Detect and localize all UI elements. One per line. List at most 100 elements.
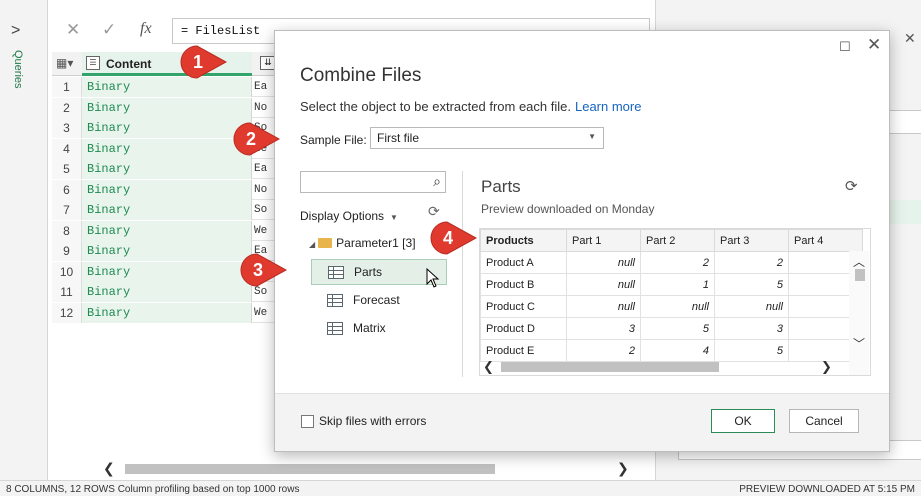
- content-cell[interactable]: Binary: [82, 220, 252, 241]
- preview-horizontal-scrollbar[interactable]: ❮ ❯: [481, 359, 849, 375]
- tree-item-forecast[interactable]: Forecast: [311, 288, 447, 314]
- preview-row: Product Bnull 1 5: [480, 273, 863, 296]
- scroll-thumb[interactable]: [855, 269, 865, 281]
- scroll-down-icon[interactable]: ﹀: [853, 335, 865, 352]
- name-cell[interactable]: Ea: [252, 159, 276, 179]
- callout-marker-1: 1: [180, 45, 230, 79]
- content-cell[interactable]: Binary: [82, 118, 252, 138]
- query-name-field[interactable]: [886, 110, 921, 134]
- row-number[interactable]: 9: [52, 241, 82, 261]
- dialog-footer: Skip files with errors OK Cancel: [275, 393, 889, 451]
- queries-label[interactable]: Queries: [12, 50, 24, 89]
- ok-button[interactable]: OK: [711, 409, 775, 433]
- preview-cell: 3: [714, 317, 789, 340]
- row-number[interactable]: 6: [52, 179, 82, 200]
- tree-folder-parameter1[interactable]: ◢ Parameter1 [3]: [309, 236, 416, 250]
- dialog-title: Combine Files: [300, 65, 422, 86]
- content-cell[interactable]: Binary: [82, 261, 252, 282]
- preview-column-header: Part 2: [640, 229, 715, 252]
- row-number[interactable]: 3: [52, 118, 82, 138]
- expand-queries-icon[interactable]: >: [11, 22, 20, 40]
- table-icon: [328, 266, 344, 279]
- scroll-right-icon[interactable]: ❯: [617, 460, 629, 477]
- grid-horizontal-scrollbar[interactable]: ❮ ❯: [95, 460, 635, 478]
- folder-icon: [318, 238, 333, 248]
- description-text: Select the object to be extracted from e…: [300, 99, 571, 114]
- skip-errors-checkbox[interactable]: [301, 415, 314, 428]
- confirm-icon[interactable]: ✓: [102, 20, 116, 40]
- name-cell[interactable]: So: [252, 200, 276, 220]
- callout-number: 4: [442, 228, 453, 248]
- sample-file-select[interactable]: First file ▼: [370, 127, 604, 149]
- preview-cell: 1: [640, 273, 715, 296]
- name-cell[interactable]: We: [252, 303, 276, 323]
- collapse-caret-icon[interactable]: ◢: [309, 240, 315, 249]
- scroll-left-icon[interactable]: ❮: [103, 460, 115, 477]
- tree-item-matrix[interactable]: Matrix: [311, 316, 447, 342]
- close-icon[interactable]: ✕: [904, 30, 916, 47]
- scroll-left-icon[interactable]: ❮: [483, 359, 494, 375]
- close-icon[interactable]: ✕: [867, 35, 881, 55]
- function-icon[interactable]: fx: [140, 20, 152, 38]
- display-options-button[interactable]: Display Options ▼: [300, 209, 398, 223]
- content-cell[interactable]: Binary: [82, 97, 252, 118]
- maximize-icon[interactable]: ☐: [839, 39, 851, 55]
- content-cell[interactable]: Binary: [82, 241, 252, 261]
- preview-column-header: Part 4: [788, 229, 863, 252]
- refresh-preview-icon[interactable]: ⟳: [845, 177, 858, 195]
- preview-column-header: Products: [480, 229, 567, 252]
- row-number[interactable]: 11: [52, 282, 82, 302]
- callout-marker-3: 3: [240, 253, 290, 287]
- preview-cell: null: [640, 295, 715, 318]
- name-cell[interactable]: No: [252, 98, 276, 118]
- mouse-cursor-icon: [426, 268, 440, 288]
- skip-errors-label[interactable]: Skip files with errors: [319, 414, 426, 428]
- content-cell[interactable]: Binary: [82, 159, 252, 179]
- row-number[interactable]: 12: [52, 302, 82, 323]
- name-cell[interactable]: Ea: [252, 77, 276, 97]
- search-icon[interactable]: ⌕: [433, 173, 441, 190]
- content-cell[interactable]: Binary: [82, 282, 252, 302]
- preview-vertical-scrollbar[interactable]: ︿ ﹀: [849, 251, 869, 375]
- scroll-right-icon[interactable]: ❯: [821, 359, 832, 375]
- row-number[interactable]: 8: [52, 220, 82, 241]
- preview-column-header: Part 3: [714, 229, 789, 252]
- preview-cell: 5: [714, 273, 789, 296]
- preview-cell: null: [566, 295, 641, 318]
- row-number[interactable]: 1: [52, 77, 82, 97]
- content-cell[interactable]: Binary: [82, 179, 252, 200]
- navigator-search-input[interactable]: ⌕: [300, 171, 446, 193]
- refresh-icon[interactable]: ⟳: [428, 203, 440, 220]
- scroll-up-icon[interactable]: ︿: [853, 253, 865, 270]
- preview-cell: Product D: [480, 317, 567, 340]
- callout-marker-4: 4: [430, 221, 480, 255]
- content-cell[interactable]: Binary: [82, 200, 252, 220]
- table-menu-icon[interactable]: ▦▾: [56, 56, 78, 72]
- scroll-thumb[interactable]: [501, 362, 719, 372]
- callout-number: 3: [252, 260, 263, 280]
- row-number[interactable]: 5: [52, 159, 82, 179]
- applied-step[interactable]: [886, 200, 921, 224]
- name-cell[interactable]: No: [252, 180, 276, 200]
- preview-grid: Products Part 1 Part 2 Part 3 Part 4 Product…: [480, 229, 863, 362]
- scroll-thumb[interactable]: [125, 464, 495, 474]
- preview-cell: Product C: [480, 295, 567, 318]
- content-column-label: Content: [106, 57, 152, 71]
- combine-files-dialog: ☐ ✕ Combine Files Select the object to b…: [274, 30, 890, 452]
- learn-more-link[interactable]: Learn more: [575, 99, 641, 114]
- preview-row: Product Anull22n: [480, 251, 863, 274]
- cancel-icon[interactable]: ✕: [66, 20, 80, 40]
- row-number[interactable]: 10: [52, 261, 82, 282]
- preview-cell: 3: [566, 317, 641, 340]
- row-number[interactable]: 4: [52, 138, 82, 159]
- content-cell[interactable]: Binary: [82, 77, 252, 97]
- binary-type-icon[interactable]: ☰: [86, 56, 100, 70]
- name-cell[interactable]: We: [252, 221, 276, 241]
- cancel-button[interactable]: Cancel: [789, 409, 859, 433]
- status-text: 8 COLUMNS, 12 ROWS Column profiling base…: [6, 484, 300, 495]
- row-number[interactable]: 2: [52, 97, 82, 118]
- content-cell[interactable]: Binary: [82, 138, 252, 159]
- panel-divider: [462, 171, 463, 377]
- row-number[interactable]: 7: [52, 200, 82, 220]
- content-cell[interactable]: Binary: [82, 302, 252, 323]
